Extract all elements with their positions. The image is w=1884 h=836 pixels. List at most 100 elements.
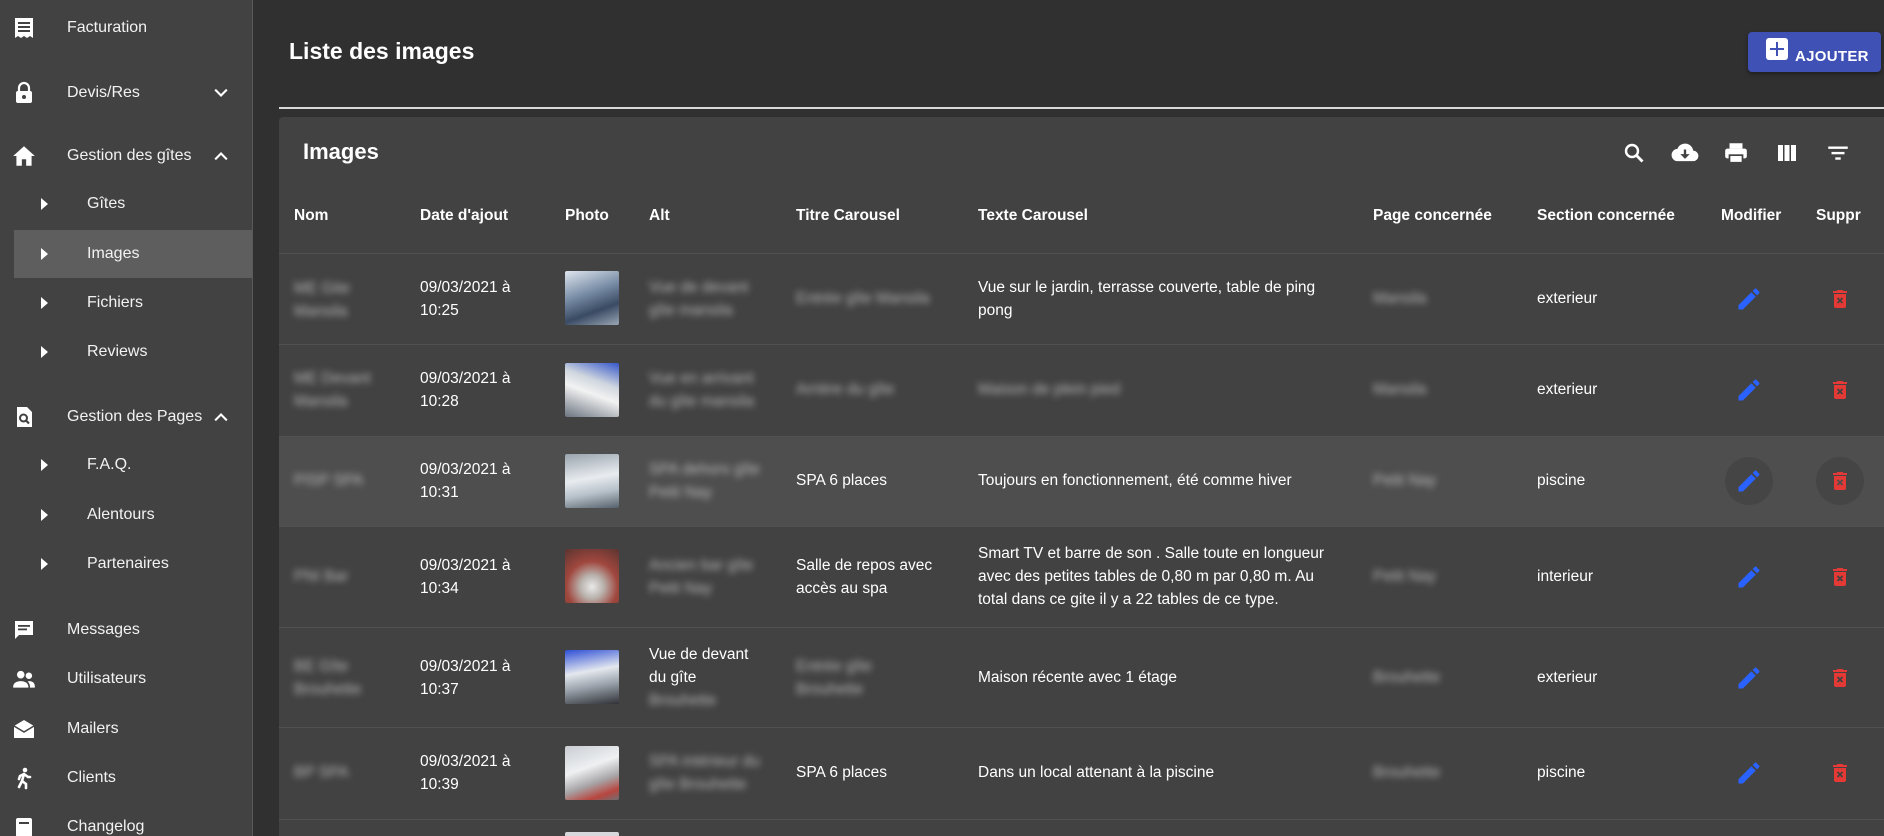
cell-date: 09/03/2021 à 10:28 (420, 370, 511, 410)
page-title: Liste des images (289, 38, 475, 64)
thumbnail-image[interactable] (565, 363, 619, 417)
sidebar-item-label: Partenaires (87, 555, 169, 572)
trash-icon (1833, 764, 1847, 782)
sidebar-item-gestion-pages[interactable]: Gestion des Pages (0, 392, 252, 442)
sidebar-item-label: F.A.Q. (87, 456, 132, 473)
edit-button[interactable] (1725, 366, 1773, 414)
caret-right-icon (41, 459, 48, 471)
cell-alt: SPA intérieur du gîte Brouhette (649, 753, 760, 793)
thumbnail-image[interactable] (565, 650, 619, 704)
column-header-date[interactable]: Date d'ajout (420, 207, 508, 225)
cell-titre: Entrée gîte Brouhette (796, 658, 872, 698)
sidebar-item-label: Mailers (67, 720, 119, 737)
sidebar-item-utilisateurs[interactable]: Utilisateurs (0, 654, 252, 704)
sidebar-item-label: Alentours (87, 506, 155, 523)
filter-button[interactable] (1822, 137, 1854, 169)
thumbnail-image[interactable] (565, 832, 619, 836)
sidebar-item-gestion-gites[interactable]: Gestion des gîtes (0, 131, 252, 181)
cell-section: exterieur (1537, 381, 1598, 398)
sidebar-subitem-fichiers[interactable]: Fichiers (14, 279, 252, 327)
columns-button[interactable] (1771, 137, 1803, 169)
cell-date: 09/03/2021 à 10:25 (420, 279, 511, 319)
sidebar-item-clients[interactable]: Clients (0, 753, 252, 803)
sidebar-subitem-gites[interactable]: Gîtes (14, 180, 252, 228)
download-button[interactable] (1669, 137, 1701, 169)
column-header-modifier: Modifier (1721, 207, 1782, 224)
users-icon (10, 665, 38, 693)
add-button[interactable]: AJOUTER (1748, 32, 1881, 72)
cell-texte: Toujours en fonctionnement, été comme hi… (978, 472, 1292, 489)
cell-texte: Dans un local attenant à la piscine (978, 764, 1215, 781)
delete-button[interactable] (1816, 366, 1864, 414)
cell-alt: Vue en arrivant du gîte mansila (649, 370, 755, 410)
column-header-section[interactable]: Section concernée (1537, 207, 1675, 225)
column-header-texte[interactable]: Texte Carousel (978, 207, 1088, 225)
cell-nom: ME Devant Mansila (294, 370, 371, 410)
column-header-photo[interactable]: Photo (565, 207, 609, 225)
sidebar-item-label: Gestion des Pages (67, 408, 203, 425)
table-title: Images (303, 139, 379, 164)
search-button[interactable] (1618, 137, 1650, 169)
column-header-suppr: Suppr (1816, 207, 1861, 224)
caret-right-icon (41, 297, 48, 309)
sidebar-item-label: Changelog (67, 818, 145, 835)
chevron-up-icon (214, 152, 228, 161)
table-row: ME Gite Mansila 09/03/2021 à 10:25 Vue de … (279, 253, 1884, 344)
cell-page: Brouhette (1373, 764, 1441, 781)
trash-icon (1833, 381, 1847, 399)
edit-button[interactable] (1725, 275, 1773, 323)
delete-button[interactable] (1816, 275, 1864, 323)
edit-button[interactable] (1725, 457, 1773, 505)
sidebar-item-messages[interactable]: Messages (0, 605, 252, 655)
sidebar-subitem-alentours[interactable]: Alentours (14, 491, 252, 539)
column-header-page[interactable]: Page concernée (1373, 207, 1492, 225)
delete-button[interactable] (1816, 457, 1864, 505)
thumbnail-image[interactable] (565, 549, 619, 603)
cell-date: 09/03/2021 à 10:31 (420, 461, 511, 501)
delete-button[interactable] (1816, 654, 1864, 702)
sidebar-subitem-reviews[interactable]: Reviews (14, 328, 252, 376)
cell-page: Mansila (1373, 381, 1427, 398)
sidebar-item-devis[interactable]: Devis/Res (0, 68, 252, 118)
columns-icon (1778, 145, 1796, 161)
column-header-titre[interactable]: Titre Carousel (796, 207, 900, 225)
images-table-card: Images Nom Date d'ajout Photo Alt Titre … (279, 117, 1884, 836)
sidebar-item-label: Clients (67, 769, 116, 786)
sidebar-item-label: Reviews (87, 343, 148, 360)
sidebar-subitem-faq[interactable]: F.A.Q. (14, 441, 252, 489)
sidebar-item-mailers[interactable]: Mailers (0, 704, 252, 754)
thumbnail-image[interactable] (565, 454, 619, 508)
caret-right-icon (41, 346, 48, 358)
edit-button[interactable] (1725, 553, 1773, 601)
cell-date: 09/03/2021 à 10:37 (420, 658, 511, 698)
delete-button[interactable] (1816, 749, 1864, 797)
sidebar-item-facturation[interactable]: Facturation (0, 3, 252, 53)
sidebar-subitem-images[interactable]: Images (14, 230, 252, 278)
column-header-nom[interactable]: Nom (294, 207, 328, 225)
header-divider (279, 107, 1884, 109)
home-icon (10, 142, 38, 170)
column-header-alt[interactable]: Alt (649, 207, 670, 225)
edit-button[interactable] (1725, 749, 1773, 797)
sidebar-item-changelog[interactable]: Changelog (0, 802, 252, 836)
print-button[interactable] (1720, 137, 1752, 169)
download-icon (1671, 143, 1699, 162)
thumbnail-image[interactable] (565, 271, 619, 325)
cell-page: Petit Nay (1373, 472, 1436, 489)
delete-button[interactable] (1816, 553, 1864, 601)
add-button-label: AJOUTER (1795, 48, 1869, 65)
caret-right-icon (41, 198, 48, 210)
cell-alt: Vue de devant du gîte Brouhette (649, 646, 749, 709)
cell-page: Mansila (1373, 290, 1427, 307)
cell-texte: Maison de plein pied (978, 381, 1121, 398)
table-row: BE Gîte Brouhette 09/03/2021 à 10:37 Vue d… (279, 627, 1884, 727)
pencil-icon (1738, 762, 1760, 784)
table-row (279, 819, 1884, 836)
thumbnail-image[interactable] (565, 746, 619, 800)
sidebar-item-label: Utilisateurs (67, 670, 147, 687)
sidebar-item-label: Devis/Res (67, 84, 140, 101)
edit-button[interactable] (1725, 654, 1773, 702)
add-box-icon (1766, 38, 1788, 60)
cell-date: 09/03/2021 à 10:34 (420, 557, 511, 597)
sidebar-subitem-partenaires[interactable]: Partenaires (14, 540, 252, 588)
